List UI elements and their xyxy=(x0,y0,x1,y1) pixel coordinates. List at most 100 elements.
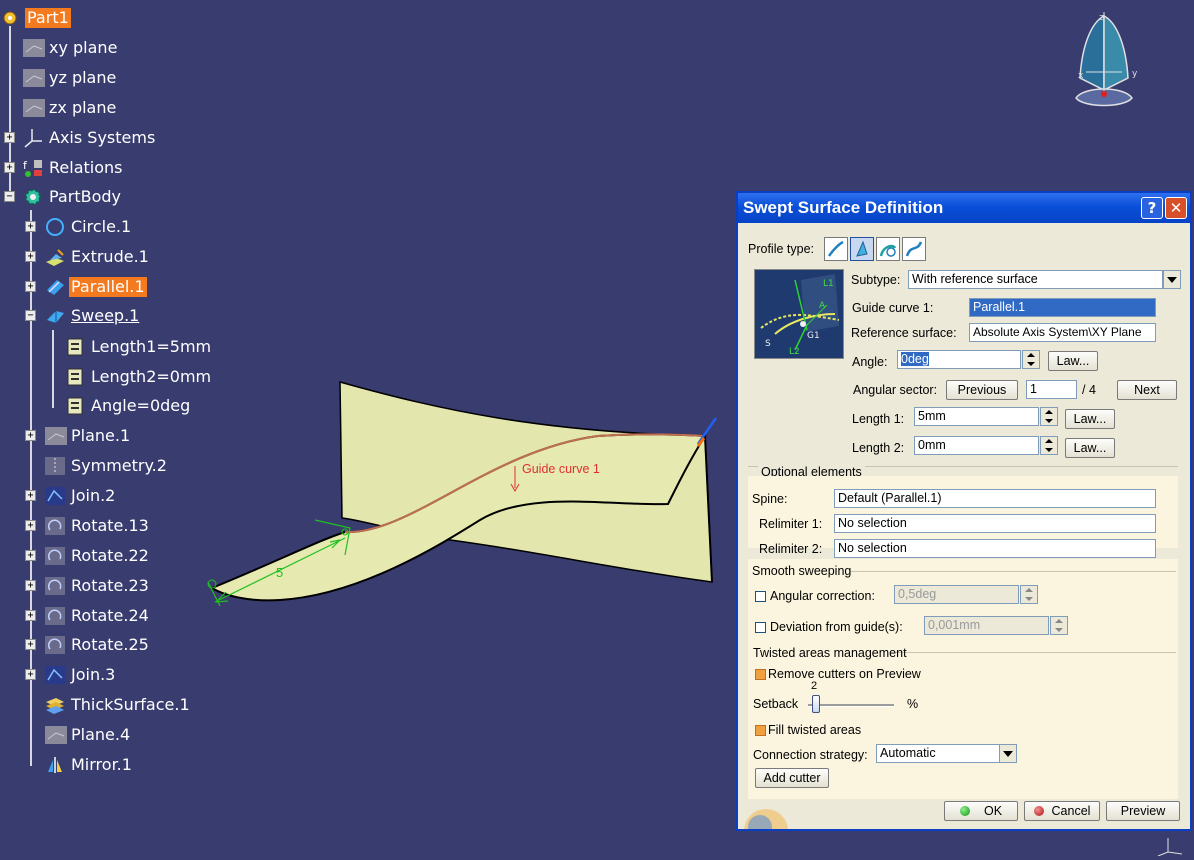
ok-label: OK xyxy=(983,804,1003,818)
subtype-select[interactable]: With reference surface xyxy=(908,270,1163,289)
tree-item-rotate-13[interactable]: Rotate.13 xyxy=(44,514,151,538)
angular-correction-field[interactable]: 0,5deg xyxy=(894,585,1019,604)
3d-viewport[interactable]: Guide curve 1 5 xyxy=(190,370,730,650)
length2-law-button[interactable]: Law... xyxy=(1065,438,1115,458)
tree-line xyxy=(52,330,54,408)
expand-icon[interactable]: + xyxy=(25,221,36,232)
profile-type-line-active-button[interactable] xyxy=(850,237,874,261)
tree-item-extrude-1[interactable]: Extrude.1 xyxy=(44,245,151,269)
connection-strategy-dropdown-icon[interactable] xyxy=(999,744,1017,763)
tree-item-join-2[interactable]: Join.2 xyxy=(44,484,117,508)
tree-item-part1[interactable]: Part1 xyxy=(0,6,71,30)
angular-correction-spinner[interactable] xyxy=(1020,585,1038,604)
tree-item-relations[interactable]: f Relations xyxy=(22,156,124,180)
expand-icon[interactable]: + xyxy=(25,430,36,441)
collapse-icon[interactable]: − xyxy=(4,191,15,202)
tree-item-rotate-25[interactable]: Rotate.25 xyxy=(44,633,151,657)
circle-icon xyxy=(44,216,66,238)
angular-correction-checkbox[interactable] xyxy=(755,591,766,602)
tree-item-zx-plane[interactable]: zx plane xyxy=(22,96,118,120)
tree-item-label: Plane.4 xyxy=(71,725,131,744)
tree-item-label: Rotate.23 xyxy=(71,576,149,595)
tree-item-rotate-24[interactable]: Rotate.24 xyxy=(44,604,151,628)
sector-field[interactable]: 1 xyxy=(1026,380,1077,399)
tree-item-sweep-1[interactable]: Sweep.1 xyxy=(44,304,141,328)
expand-icon[interactable]: + xyxy=(25,610,36,621)
tree-item-plane-4[interactable]: Plane.4 xyxy=(44,723,132,747)
dialog-titlebar[interactable]: Swept Surface Definition ? ✕ xyxy=(738,193,1190,223)
spine-field[interactable]: Default (Parallel.1) xyxy=(834,489,1156,508)
expand-icon[interactable]: + xyxy=(25,669,36,680)
expand-icon[interactable]: + xyxy=(25,251,36,262)
length1-spinner[interactable] xyxy=(1040,407,1058,426)
expand-icon[interactable]: + xyxy=(25,639,36,650)
close-button[interactable]: ✕ xyxy=(1165,197,1187,219)
angle-field[interactable]: 0deg xyxy=(897,350,1021,369)
collapse-icon[interactable]: − xyxy=(25,310,36,321)
length2-spinner[interactable] xyxy=(1040,436,1058,455)
tree-item-circle-1[interactable]: Circle.1 xyxy=(44,215,133,239)
ok-button[interactable]: OK xyxy=(944,801,1018,821)
expand-icon[interactable]: + xyxy=(25,281,36,292)
previous-button[interactable]: Previous xyxy=(946,380,1018,400)
tree-item-thicksurface-1[interactable]: ThickSurface.1 xyxy=(44,693,192,717)
expand-icon[interactable]: + xyxy=(25,550,36,561)
tree-item-length1[interactable]: Length1=5mm xyxy=(64,335,213,359)
reference-surface-field[interactable]: Absolute Axis System\XY Plane xyxy=(969,323,1156,342)
compass-z-label: z xyxy=(1099,13,1104,23)
rotate-icon xyxy=(44,575,66,597)
setback-slider-track[interactable] xyxy=(808,704,894,707)
subtype-dropdown-icon[interactable] xyxy=(1163,270,1181,289)
angle-law-button[interactable]: Law... xyxy=(1048,351,1098,371)
plane-icon xyxy=(22,37,45,59)
setback-slider-handle[interactable] xyxy=(812,695,820,713)
tree-item-partbody[interactable]: PartBody xyxy=(22,185,123,209)
guide-curve-field[interactable]: Parallel.1 xyxy=(969,298,1156,317)
separator xyxy=(850,571,1176,572)
tree-item-parallel-1[interactable]: Parallel.1 xyxy=(44,275,147,299)
tree-item-rotate-22[interactable]: Rotate.22 xyxy=(44,544,151,568)
rotate-icon xyxy=(44,545,66,567)
mirror-icon xyxy=(44,754,66,776)
profile-type-conic-button[interactable] xyxy=(902,237,926,261)
expand-icon[interactable]: + xyxy=(4,132,15,143)
compass[interactable]: z x y xyxy=(1068,8,1140,108)
tree-item-join-3[interactable]: Join.3 xyxy=(44,663,117,687)
tree-item-mirror-1[interactable]: Mirror.1 xyxy=(44,753,134,777)
tree-item-plane-1[interactable]: Plane.1 xyxy=(44,424,132,448)
connection-strategy-select[interactable]: Automatic xyxy=(876,744,1000,763)
tree-item-rotate-23[interactable]: Rotate.23 xyxy=(44,574,151,598)
fill-twisted-checkbox[interactable] xyxy=(755,725,766,736)
relimiter2-field[interactable]: No selection xyxy=(834,539,1156,558)
next-button[interactable]: Next xyxy=(1117,380,1177,400)
parameter-icon xyxy=(64,395,86,417)
tree-item-angle[interactable]: Angle=0deg xyxy=(64,394,192,418)
length2-field[interactable]: 0mm xyxy=(914,436,1039,455)
svg-text:f: f xyxy=(23,159,28,172)
cancel-button[interactable]: Cancel xyxy=(1024,801,1100,821)
tree-item-symmetry-2[interactable]: Symmetry.2 xyxy=(44,454,169,478)
relimiter1-field[interactable]: No selection xyxy=(834,514,1156,533)
tree-item-label: Angle=0deg xyxy=(91,396,191,415)
tree-item-axis-systems[interactable]: Axis Systems xyxy=(22,126,157,150)
deviation-spinner[interactable] xyxy=(1050,616,1068,635)
optional-elements-group xyxy=(748,476,1178,548)
expand-icon[interactable]: + xyxy=(4,162,15,173)
expand-icon[interactable]: + xyxy=(25,580,36,591)
sector-total: / 4 xyxy=(1082,383,1096,397)
profile-type-circle-button[interactable] xyxy=(876,237,900,261)
profile-type-line-button[interactable] xyxy=(824,237,848,261)
remove-cutters-checkbox[interactable] xyxy=(755,669,766,680)
tree-item-xy-plane[interactable]: xy plane xyxy=(22,36,119,60)
expand-icon[interactable]: + xyxy=(25,490,36,501)
preview-button[interactable]: Preview xyxy=(1106,801,1180,821)
deviation-field[interactable]: 0,001mm xyxy=(924,616,1049,635)
deviation-checkbox[interactable] xyxy=(755,622,766,633)
tree-item-yz-plane[interactable]: yz plane xyxy=(22,66,118,90)
length1-law-button[interactable]: Law... xyxy=(1065,409,1115,429)
expand-icon[interactable]: + xyxy=(25,520,36,531)
length1-field[interactable]: 5mm xyxy=(914,407,1039,426)
join-icon xyxy=(44,485,66,507)
help-button[interactable]: ? xyxy=(1141,197,1163,219)
angle-spinner[interactable] xyxy=(1022,350,1040,369)
